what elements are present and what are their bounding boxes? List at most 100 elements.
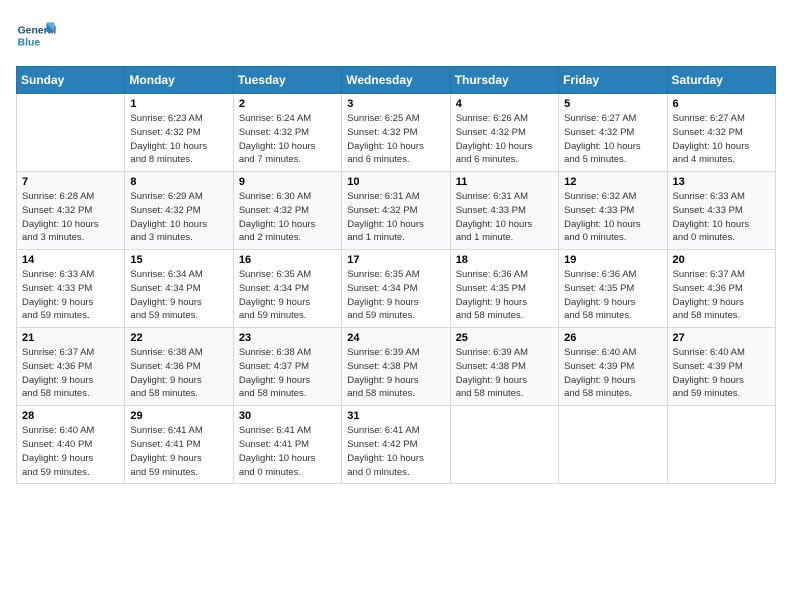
day-info: Sunrise: 6:40 AMSunset: 4:39 PMDaylight:… — [564, 346, 661, 401]
day-header-sunday: Sunday — [17, 67, 125, 94]
calendar-cell: 5Sunrise: 6:27 AMSunset: 4:32 PMDaylight… — [559, 94, 667, 172]
day-number: 29 — [130, 410, 227, 422]
calendar-cell: 19Sunrise: 6:36 AMSunset: 4:35 PMDayligh… — [559, 250, 667, 328]
day-info: Sunrise: 6:35 AMSunset: 4:34 PMDaylight:… — [239, 268, 336, 323]
day-info: Sunrise: 6:32 AMSunset: 4:33 PMDaylight:… — [564, 190, 661, 245]
day-number: 20 — [673, 254, 770, 266]
calendar-cell: 24 Sunrise: 6:39 AMSunset: 4:38 PMDayligh… — [342, 328, 450, 406]
day-info: Sunrise: 6:33 AMSunset: 4:33 PMDaylight:… — [22, 268, 119, 323]
day-number: 8 — [130, 176, 227, 188]
day-header-saturday: Saturday — [667, 67, 775, 94]
day-number: 9 — [239, 176, 336, 188]
calendar-cell: 4 Sunrise: 6:26 AMSunset: 4:32 PMDaylight… — [450, 94, 558, 172]
calendar-week-1: 1 Sunrise: 6:23 AMSunset: 4:32 PMDaylight… — [17, 94, 776, 172]
day-number: 23 — [239, 332, 336, 344]
day-info: Sunrise: 6:37 AMSunset: 4:36 PMDaylight:… — [22, 346, 119, 401]
day-info: Sunrise: 6:41 AMSunset: 4:41 PMDaylight:… — [130, 424, 227, 479]
day-number: 6 — [673, 98, 770, 110]
day-number: 2 — [239, 98, 336, 110]
day-info: Sunrise: 6:31 AMSunset: 4:33 PMDaylight:… — [456, 190, 553, 245]
calendar-header-row: SundayMondayTuesdayWednesdayThursdayFrid… — [17, 67, 776, 94]
calendar-cell: 31 Sunrise: 6:41 AMSunset: 4:42 PMDayligh… — [342, 406, 450, 484]
day-number: 31 — [347, 410, 444, 422]
day-info: Sunrise: 6:33 AMSunset: 4:33 PMDaylight:… — [673, 190, 770, 245]
day-info: Sunrise: 6:38 AMSunset: 4:37 PMDaylight:… — [239, 346, 336, 401]
calendar-week-5: 28 Sunrise: 6:40 AMSunset: 4:40 PMDayligh… — [17, 406, 776, 484]
day-number: 4 — [456, 98, 553, 110]
calendar-cell: 15 Sunrise: 6:34 AMSunset: 4:34 PMDayligh… — [125, 250, 233, 328]
day-number: 13 — [673, 176, 770, 188]
calendar-cell: 26 Sunrise: 6:40 AMSunset: 4:39 PMDayligh… — [559, 328, 667, 406]
calendar-cell: 18 Sunrise: 6:36 AMSunset: 4:35 PMDayligh… — [450, 250, 558, 328]
calendar-cell: 23 Sunrise: 6:38 AMSunset: 4:37 PMDayligh… — [233, 328, 341, 406]
calendar-cell: 20 Sunrise: 6:37 AMSunset: 4:36 PMDayligh… — [667, 250, 775, 328]
day-number: 17 — [347, 254, 444, 266]
day-number: 26 — [564, 332, 661, 344]
calendar-cell — [17, 94, 125, 172]
day-info: Sunrise: 6:41 AMSunset: 4:42 PMDaylight:… — [347, 424, 444, 479]
day-number: 30 — [239, 410, 336, 422]
day-number: 24 — [347, 332, 444, 344]
calendar-cell: 14 Sunrise: 6:33 AMSunset: 4:33 PMDayligh… — [17, 250, 125, 328]
day-number: 11 — [456, 176, 553, 188]
day-info: Sunrise: 6:29 AMSunset: 4:32 PMDaylight:… — [130, 190, 227, 245]
day-info: Sunrise: 6:28 AMSunset: 4:32 PMDaylight:… — [22, 190, 119, 245]
calendar-cell — [559, 406, 667, 484]
logo: General Blue — [16, 16, 60, 56]
calendar-cell: 13 Sunrise: 6:33 AMSunset: 4:33 PMDayligh… — [667, 172, 775, 250]
calendar-cell: 30 Sunrise: 6:41 AMSunset: 4:41 PMDayligh… — [233, 406, 341, 484]
day-number: 3 — [347, 98, 444, 110]
day-header-friday: Friday — [559, 67, 667, 94]
day-header-thursday: Thursday — [450, 67, 558, 94]
day-info: Sunrise: 6:30 AMSunset: 4:32 PMDaylight:… — [239, 190, 336, 245]
calendar-cell — [667, 406, 775, 484]
calendar-cell: 11 Sunrise: 6:31 AMSunset: 4:33 PMDayligh… — [450, 172, 558, 250]
day-number: 25 — [456, 332, 553, 344]
calendar-cell: 1 Sunrise: 6:23 AMSunset: 4:32 PMDaylight… — [125, 94, 233, 172]
day-info: Sunrise: 6:35 AMSunset: 4:34 PMDaylight:… — [347, 268, 444, 323]
calendar-cell: 2Sunrise: 6:24 AMSunset: 4:32 PMDaylight… — [233, 94, 341, 172]
day-info: Sunrise: 6:37 AMSunset: 4:36 PMDaylight:… — [673, 268, 770, 323]
day-number: 1 — [130, 98, 227, 110]
calendar-cell: 27 Sunrise: 6:40 AMSunset: 4:39 PMDayligh… — [667, 328, 775, 406]
calendar-cell: 28 Sunrise: 6:40 AMSunset: 4:40 PMDayligh… — [17, 406, 125, 484]
day-number: 12 — [564, 176, 661, 188]
day-header-wednesday: Wednesday — [342, 67, 450, 94]
calendar-week-3: 14 Sunrise: 6:33 AMSunset: 4:33 PMDayligh… — [17, 250, 776, 328]
day-number: 10 — [347, 176, 444, 188]
day-number: 14 — [22, 254, 119, 266]
day-info: Sunrise: 6:34 AMSunset: 4:34 PMDaylight:… — [130, 268, 227, 323]
page-header: General Blue — [16, 16, 776, 56]
day-info: Sunrise: 6:36 AMSunset: 4:35 PMDaylight:… — [456, 268, 553, 323]
day-info: Sunrise: 6:39 AMSunset: 4:38 PMDaylight:… — [347, 346, 444, 401]
day-info: Sunrise: 6:38 AMSunset: 4:36 PMDaylight:… — [130, 346, 227, 401]
calendar-cell: 9 Sunrise: 6:30 AMSunset: 4:32 PMDaylight… — [233, 172, 341, 250]
day-info: Sunrise: 6:26 AMSunset: 4:32 PMDaylight:… — [456, 112, 553, 167]
calendar-cell: 29 Sunrise: 6:41 AMSunset: 4:41 PMDayligh… — [125, 406, 233, 484]
day-info: Sunrise: 6:40 AMSunset: 4:40 PMDaylight:… — [22, 424, 119, 479]
day-number: 22 — [130, 332, 227, 344]
day-number: 15 — [130, 254, 227, 266]
day-number: 27 — [673, 332, 770, 344]
day-number: 16 — [239, 254, 336, 266]
day-info: Sunrise: 6:31 AMSunset: 4:32 PMDaylight:… — [347, 190, 444, 245]
calendar-cell: 16 Sunrise: 6:35 AMSunset: 4:34 PMDayligh… — [233, 250, 341, 328]
day-info: Sunrise: 6:27 AMSunset: 4:32 PMDaylight:… — [564, 112, 661, 167]
calendar-cell — [450, 406, 558, 484]
day-info: Sunrise: 6:27 AMSunset: 4:32 PMDaylight:… — [673, 112, 770, 167]
day-info: Sunrise: 6:40 AMSunset: 4:39 PMDaylight:… — [673, 346, 770, 401]
day-number: 28 — [22, 410, 119, 422]
day-number: 21 — [22, 332, 119, 344]
calendar-cell: 8 Sunrise: 6:29 AMSunset: 4:32 PMDaylight… — [125, 172, 233, 250]
day-info: Sunrise: 6:23 AMSunset: 4:32 PMDaylight:… — [130, 112, 227, 167]
day-info: Sunrise: 6:36 AMSunset: 4:35 PMDaylight:… — [564, 268, 661, 323]
day-number: 18 — [456, 254, 553, 266]
calendar-week-4: 21 Sunrise: 6:37 AMSunset: 4:36 PMDayligh… — [17, 328, 776, 406]
day-info: Sunrise: 6:41 AMSunset: 4:41 PMDaylight:… — [239, 424, 336, 479]
svg-text:Blue: Blue — [18, 38, 41, 49]
day-info: Sunrise: 6:39 AMSunset: 4:38 PMDaylight:… — [456, 346, 553, 401]
calendar-cell: 6 Sunrise: 6:27 AMSunset: 4:32 PMDaylight… — [667, 94, 775, 172]
calendar-cell: 10 Sunrise: 6:31 AMSunset: 4:32 PMDayligh… — [342, 172, 450, 250]
day-number: 7 — [22, 176, 119, 188]
day-header-tuesday: Tuesday — [233, 67, 341, 94]
